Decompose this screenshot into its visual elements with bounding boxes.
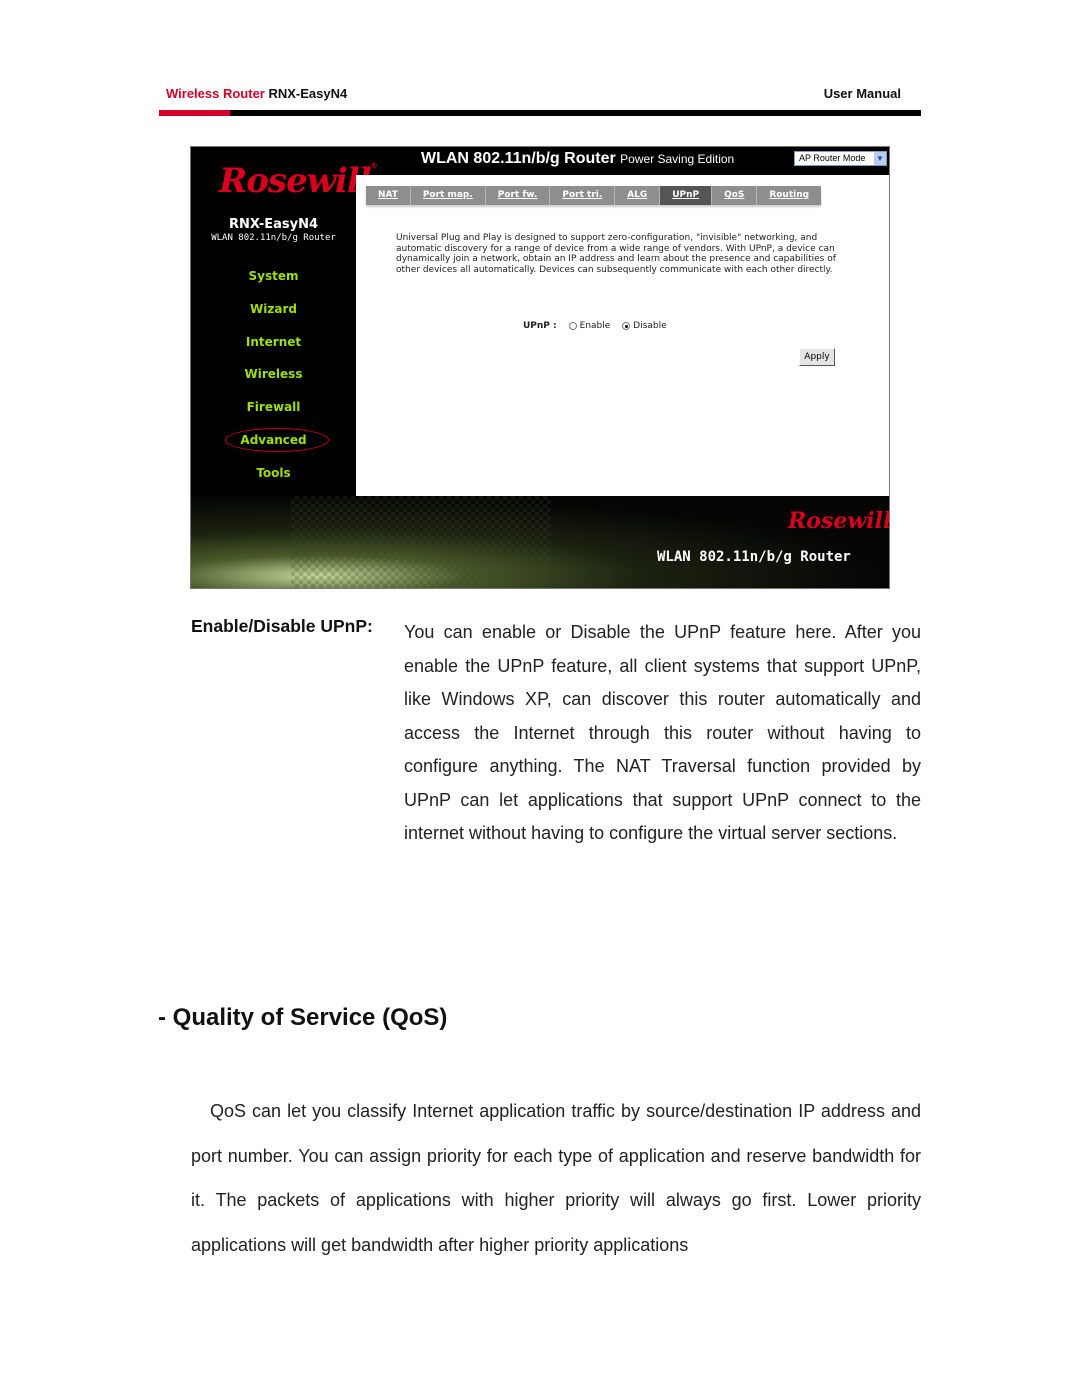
sidebar-item-wireless[interactable]: Wireless	[191, 358, 356, 391]
header-brand: Wireless Router	[166, 86, 265, 101]
chevron-down-icon[interactable]: ▼	[874, 152, 886, 165]
tab-routing[interactable]: Routing	[757, 186, 821, 205]
definition-body: You can enable or Disable the UPnP featu…	[404, 622, 921, 843]
banner-subtitle: Power Saving Edition	[620, 152, 735, 166]
tab-port-map[interactable]: Port map.	[411, 186, 486, 205]
router-model-name: RNX-EasyN4	[228, 217, 319, 232]
banner-title: WLAN 802.11n/b/g Router Power Saving Edi…	[421, 150, 735, 167]
header-model: RNX-EasyN4	[268, 86, 348, 101]
upnp-setting: UPnP : Enable Disable	[523, 321, 679, 331]
sidebar-item-system[interactable]: System	[191, 260, 356, 293]
router-model-subtitle: WLAN 802.11n/b/g Router	[211, 233, 336, 243]
header-doc-type: User Manual	[823, 86, 901, 101]
upnp-disable-radio[interactable]: Disable	[622, 321, 667, 331]
tab-alg[interactable]: ALG	[615, 186, 661, 205]
sidebar-item-internet[interactable]: Internet	[191, 326, 356, 359]
section-body: QoS can let you classify Internet applic…	[191, 1101, 921, 1255]
router-ui-screenshot: Rosewill® RNX-EasyN4 WLAN 802.11n/b/g Ro…	[190, 146, 890, 589]
footer-title: WLAN 802.11n/b/g Router	[657, 549, 851, 565]
tab-nat[interactable]: NAT	[366, 186, 411, 205]
sidebar-item-tools[interactable]: Tools	[191, 457, 356, 490]
router-footer-banner: Rosewill WLAN 802.11n/b/g Router	[191, 496, 890, 588]
mode-select[interactable]: AP Router Mode ▼	[794, 151, 887, 166]
sidebar-item-firewall[interactable]: Firewall	[191, 391, 356, 424]
upnp-description: Universal Plug and Play is designed to s…	[396, 233, 836, 275]
upnp-enable-radio[interactable]: Enable	[568, 321, 610, 331]
tab-upnp[interactable]: UPnP	[660, 186, 713, 205]
footer-rosewill-logo: Rosewill	[788, 508, 890, 534]
header-rule	[159, 110, 921, 116]
radio-checked-icon[interactable]	[622, 322, 631, 330]
page-header: Wireless Router RNX-EasyN4 User Manual	[166, 86, 901, 101]
tab-bar: NAT Port map. Port fw. Port tri. ALG UPn…	[366, 186, 821, 205]
content-panel: NAT Port map. Port fw. Port tri. ALG UPn…	[356, 175, 889, 496]
definition-term: Enable/Disable UPnP:	[191, 616, 373, 636]
sidebar-nav: System Wizard Internet Wireless Firewall…	[191, 260, 356, 490]
section-title: - Quality of Service (QoS)	[158, 1004, 448, 1031]
sidebar-item-wizard[interactable]: Wizard	[191, 293, 356, 326]
upnp-label: UPnP :	[523, 321, 557, 331]
radio-unchecked-icon[interactable]	[568, 322, 577, 330]
tab-port-fw[interactable]: Port fw.	[486, 186, 551, 205]
sidebar-item-advanced[interactable]: Advanced	[191, 424, 356, 457]
header-rule-accent	[159, 110, 230, 116]
tab-qos[interactable]: QoS	[712, 186, 758, 205]
tab-port-tri[interactable]: Port tri.	[550, 186, 616, 205]
apply-button[interactable]: Apply	[799, 348, 835, 366]
rosewill-logo: Rosewill®	[219, 161, 378, 201]
